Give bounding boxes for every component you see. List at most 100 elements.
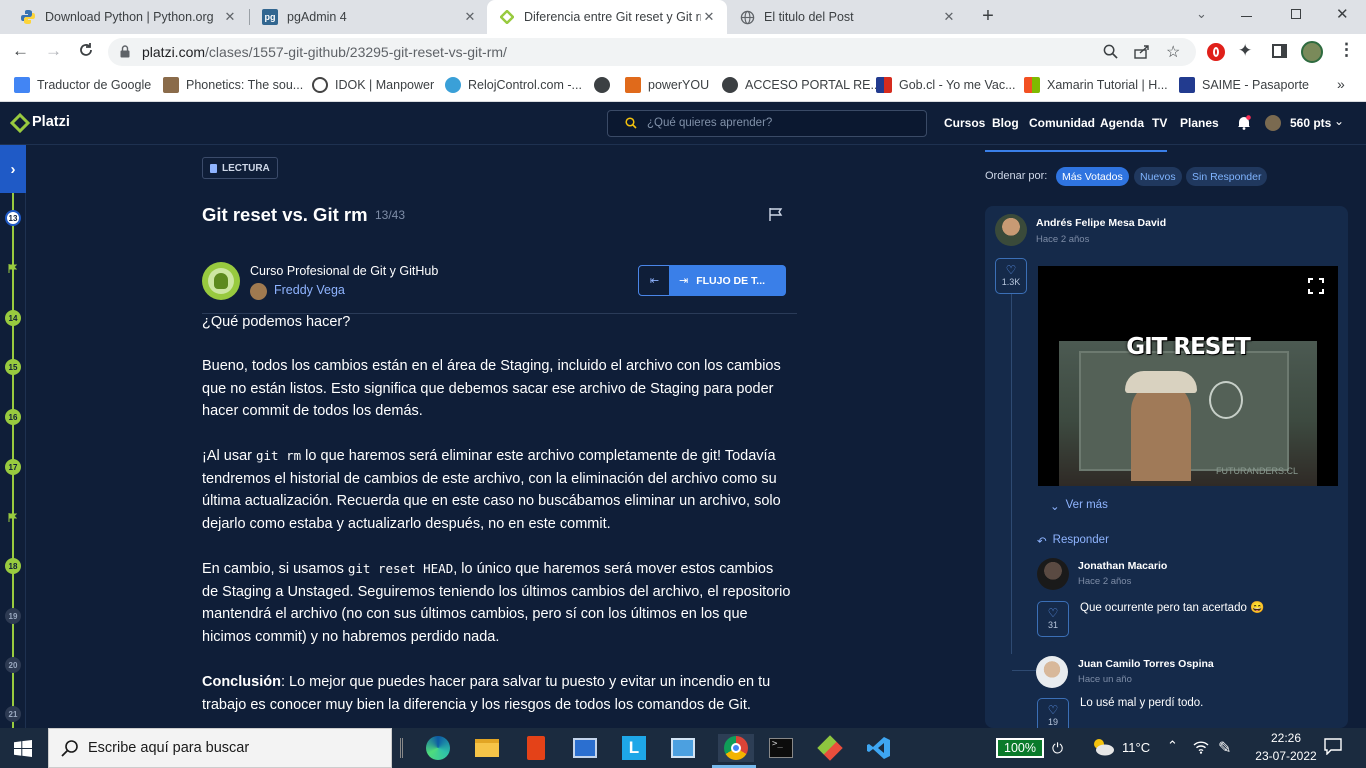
nav-agenda[interactable]: Agenda bbox=[1100, 116, 1144, 130]
course-name[interactable]: Curso Profesional de Git y GitHub bbox=[250, 264, 438, 278]
bookmark-phonetics[interactable]: Phonetics: The sou... bbox=[163, 77, 303, 93]
platzi-search-input[interactable]: ¿Qué quieres aprender? bbox=[607, 110, 927, 137]
address-bar[interactable]: platzi.com/clases/1557-git-github/23295-… bbox=[108, 38, 1196, 66]
close-icon[interactable]: ✕ bbox=[701, 9, 717, 25]
share-icon[interactable] bbox=[1134, 44, 1150, 62]
expand-sidebar-button[interactable]: › bbox=[0, 145, 26, 193]
timeline-node[interactable]: 16 bbox=[5, 409, 21, 425]
network-tool-icon[interactable] bbox=[571, 734, 599, 762]
wifi-icon[interactable] bbox=[1193, 740, 1209, 757]
points-display[interactable]: 560 pts bbox=[1290, 116, 1331, 130]
sort-most-voted[interactable]: Más Votados bbox=[1056, 167, 1129, 186]
bookmark-idok[interactable]: IDOK | Manpower bbox=[312, 77, 434, 93]
reload-icon[interactable] bbox=[78, 42, 94, 61]
course-badge-icon[interactable] bbox=[202, 262, 240, 300]
edge-icon[interactable] bbox=[424, 734, 452, 762]
author-avatar[interactable] bbox=[995, 214, 1027, 246]
sidepanel-icon[interactable] bbox=[1272, 44, 1287, 58]
file-explorer-icon[interactable] bbox=[473, 734, 501, 762]
reply-author-avatar[interactable] bbox=[1037, 558, 1069, 590]
close-icon[interactable]: ✕ bbox=[462, 9, 478, 25]
reply-author[interactable]: Juan Camilo Torres Ospina bbox=[1078, 658, 1214, 670]
sort-newest[interactable]: Nuevos bbox=[1134, 167, 1182, 186]
bookmark-star-icon[interactable]: ☆ bbox=[1166, 42, 1180, 62]
bookmark-gob-cl[interactable]: Gob.cl - Yo me Vac... bbox=[876, 77, 1016, 93]
nav-tv[interactable]: TV bbox=[1152, 116, 1167, 130]
extensions-puzzle-icon[interactable]: ✦ bbox=[1238, 41, 1252, 61]
bell-icon[interactable] bbox=[1237, 115, 1251, 133]
reply-link[interactable]: ↶ Responder bbox=[1037, 534, 1109, 548]
tab-post[interactable]: El titulo del Post ✕ bbox=[727, 0, 967, 34]
bookmark-globe[interactable] bbox=[594, 77, 617, 93]
nav-blog[interactable]: Blog bbox=[992, 116, 1019, 130]
timeline-node[interactable]: 14 bbox=[5, 310, 21, 326]
bookmark-saime[interactable]: SAIME - Pasaporte bbox=[1179, 77, 1309, 93]
bookmark-google-translate[interactable]: Traductor de Google bbox=[14, 77, 151, 93]
reply-author-avatar[interactable] bbox=[1036, 656, 1068, 688]
lock-icon[interactable] bbox=[120, 45, 130, 61]
taskbar-search-input[interactable]: Escribe aquí para buscar bbox=[48, 728, 392, 768]
nav-planes[interactable]: Planes bbox=[1180, 116, 1219, 130]
tab-platzi-active[interactable]: Diferencia entre Git reset y Git rm ✕ bbox=[487, 0, 727, 34]
bookmark-acceso-portal[interactable]: ACCESO PORTAL RE... bbox=[722, 77, 881, 93]
like-button[interactable]: ♡ 1.3K bbox=[995, 258, 1027, 294]
chrome-icon[interactable] bbox=[718, 734, 754, 762]
bookmark-xamarin[interactable]: Xamarin Tutorial | H... bbox=[1024, 77, 1168, 93]
tab-python[interactable]: Download Python | Python.org ✕ bbox=[8, 0, 248, 34]
vscode-icon[interactable] bbox=[865, 734, 893, 762]
forward-icon[interactable]: → bbox=[45, 41, 62, 61]
minimize-button[interactable] bbox=[1241, 16, 1252, 17]
extension-opera-icon[interactable] bbox=[1207, 43, 1225, 61]
temperature[interactable]: 11°C bbox=[1122, 740, 1150, 755]
teacher-name[interactable]: Freddy Vega bbox=[274, 283, 345, 297]
battery-indicator[interactable]: 100% bbox=[996, 738, 1044, 758]
nav-cursos[interactable]: Cursos bbox=[944, 116, 985, 130]
weather-cloud-icon[interactable] bbox=[1091, 738, 1115, 756]
next-class-button[interactable]: ⇥ FLUJO DE T... bbox=[669, 265, 786, 296]
bookmark-relojcontrol[interactable]: RelojControl.com -... bbox=[445, 77, 582, 93]
timeline-node[interactable]: 18 bbox=[5, 558, 21, 574]
timeline-node[interactable]: 17 bbox=[5, 459, 21, 475]
comment-gif[interactable]: GIT RESET FUTURANDERS.CL bbox=[1038, 266, 1338, 486]
profile-avatar[interactable] bbox=[1301, 41, 1323, 63]
pen-workspace-icon[interactable]: ✎ bbox=[1218, 738, 1231, 758]
reply-author[interactable]: Jonathan Macario bbox=[1078, 560, 1167, 572]
timeline-node[interactable]: 19 bbox=[5, 608, 21, 624]
comment-author[interactable]: Andrés Felipe Mesa David bbox=[1036, 217, 1166, 229]
back-icon[interactable]: ← bbox=[12, 41, 29, 61]
terminal-icon[interactable]: >_ bbox=[767, 734, 795, 762]
see-more-link[interactable]: ⌄ Ver más bbox=[1050, 499, 1108, 513]
launcher-l-icon[interactable]: L bbox=[620, 734, 648, 762]
browser-menu-icon[interactable]: ⋮ bbox=[1338, 40, 1355, 60]
platzi-logo-icon[interactable] bbox=[9, 112, 31, 136]
timeline-node[interactable]: 20 bbox=[5, 657, 21, 673]
like-button[interactable]: ♡ 19 bbox=[1037, 698, 1069, 728]
office-icon[interactable] bbox=[522, 734, 550, 762]
user-avatar[interactable] bbox=[1265, 115, 1281, 131]
timeline-node[interactable]: 15 bbox=[5, 359, 21, 375]
window-close-button[interactable]: ✕ bbox=[1336, 5, 1349, 23]
zoom-icon[interactable] bbox=[1103, 44, 1118, 62]
git-kraken-icon[interactable] bbox=[816, 734, 844, 762]
timeline-node-current[interactable]: 13 bbox=[5, 210, 21, 226]
tab-pgadmin[interactable]: pg pgAdmin 4 ✕ bbox=[250, 0, 488, 34]
control-panel-icon[interactable] bbox=[669, 734, 697, 762]
close-icon[interactable]: ✕ bbox=[941, 9, 957, 25]
nav-comunidad[interactable]: Comunidad bbox=[1029, 116, 1095, 130]
like-button[interactable]: ♡ 31 bbox=[1037, 601, 1069, 637]
bookmarks-overflow-icon[interactable]: » bbox=[1337, 76, 1345, 92]
windows-start-icon[interactable] bbox=[14, 740, 32, 760]
previous-class-button[interactable]: ⇤ bbox=[639, 266, 670, 295]
fullscreen-icon[interactable] bbox=[1308, 278, 1324, 297]
taskview-icon[interactable] bbox=[400, 738, 403, 758]
new-tab-button[interactable]: + bbox=[978, 6, 998, 26]
platzi-logo-text[interactable]: Platzi bbox=[32, 114, 70, 130]
timeline-node[interactable]: 21 bbox=[5, 706, 21, 722]
close-icon[interactable]: ✕ bbox=[222, 9, 238, 25]
sort-unanswered[interactable]: Sin Responder bbox=[1186, 167, 1268, 186]
tab-search-icon[interactable]: ⌄ bbox=[1196, 6, 1207, 22]
notifications-icon[interactable] bbox=[1324, 738, 1342, 758]
power-plug-icon[interactable]: ⏻ bbox=[1052, 740, 1063, 757]
restore-button[interactable] bbox=[1291, 9, 1301, 19]
bookmark-poweryou[interactable]: powerYOU bbox=[625, 77, 709, 93]
